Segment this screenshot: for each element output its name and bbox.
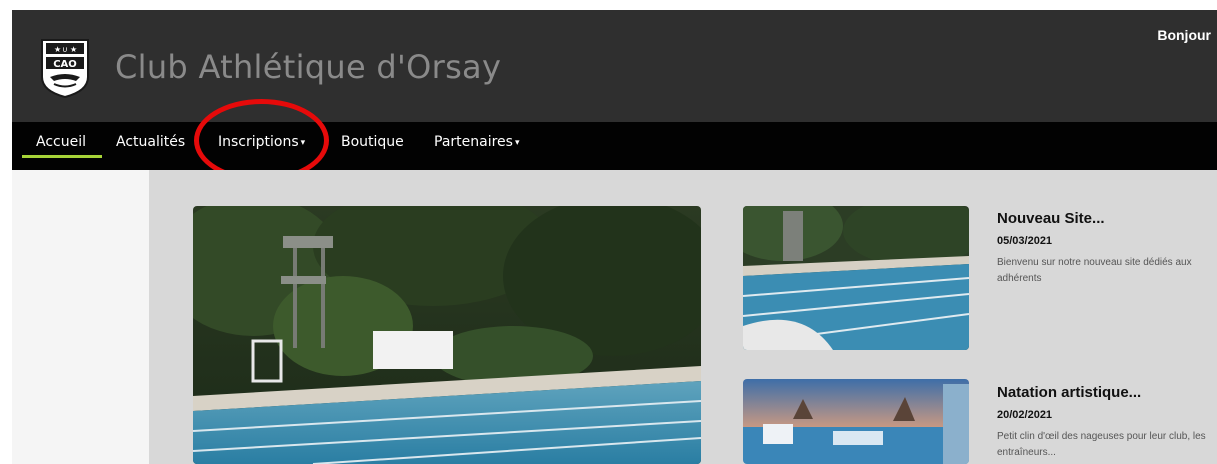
news-title[interactable]: Nouveau Site... (997, 210, 1212, 227)
news-excerpt: Bienvenu sur notre nouveau site dédiés a… (997, 257, 1192, 284)
nav-item-boutique[interactable]: Boutique (341, 134, 404, 150)
left-sidebar (12, 170, 149, 464)
site-title[interactable]: Club Athlétique d'Orsay (115, 48, 501, 86)
nav-item-partenaires[interactable]: Partenaires ▾ (434, 134, 519, 150)
logo-text: CAO (53, 59, 77, 70)
nav-item-inscriptions[interactable]: Inscriptions ▾ (218, 134, 305, 150)
nav-active-indicator (22, 155, 102, 158)
site-header: ★ ∪ ★ CAO Club Athlétique d'Orsay Bonjou… (12, 10, 1217, 122)
nav-item-label: Inscriptions (218, 134, 299, 150)
news-date: 05/03/2021 (997, 235, 1053, 247)
svg-text:★: ★ (54, 45, 61, 54)
news-item[interactable]: Nouveau Site... 05/03/2021 Bienvenu sur … (997, 210, 1212, 287)
news-title[interactable]: Natation artistique... (997, 384, 1212, 401)
club-crest-icon[interactable]: ★ ∪ ★ CAO (38, 37, 92, 99)
nav-item-label: Boutique (341, 134, 404, 150)
news-thumbnail-pool-sunset[interactable] (743, 379, 969, 464)
news-thumbnail-pool-lanes[interactable] (743, 206, 969, 350)
chevron-down-icon: ▾ (300, 138, 306, 148)
nav-item-accueil[interactable]: Accueil (36, 134, 86, 150)
news-item[interactable]: Natation artistique... 20/02/2021 Petit … (997, 384, 1212, 461)
user-greeting: Bonjour (1157, 27, 1211, 43)
news-date: 20/02/2021 (997, 409, 1053, 421)
nav-item-label: Actualités (116, 134, 186, 150)
svg-text:∪: ∪ (62, 45, 68, 54)
nav-item-label: Partenaires (434, 134, 513, 150)
svg-text:★: ★ (70, 45, 77, 54)
nav-item-label: Accueil (36, 134, 86, 150)
news-excerpt: Petit clin d'œil des nageuses pour leur … (997, 431, 1206, 458)
nav-item-actualites[interactable]: Actualités (116, 134, 185, 150)
hero-image-pool[interactable] (193, 206, 701, 464)
main-navigation: Accueil Actualités Inscriptions ▾ Boutiqu… (12, 122, 1217, 170)
chevron-down-icon: ▾ (514, 138, 520, 148)
